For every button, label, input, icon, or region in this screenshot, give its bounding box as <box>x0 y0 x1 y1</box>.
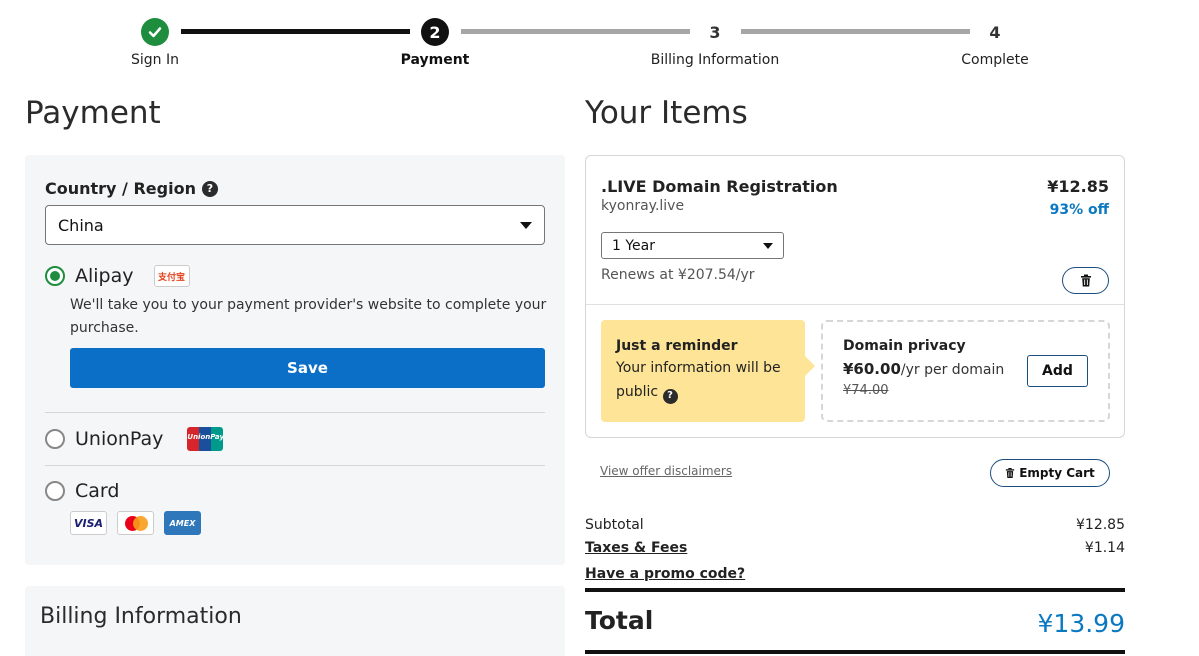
subtotal-label: Subtotal <box>585 517 644 533</box>
step-label-sign-in: Sign In <box>131 52 179 68</box>
offer-disclaimers-link[interactable]: View offer disclaimers <box>600 464 732 478</box>
visa-icon: VISA <box>70 511 107 535</box>
step-connector <box>741 29 970 34</box>
privacy-price-value: ¥60.00 <box>843 360 901 378</box>
step-number-4: 4 <box>989 22 1001 42</box>
payment-option-card[interactable]: Card <box>45 480 119 502</box>
renewal-price: Renews at ¥207.54/yr <box>601 267 755 283</box>
country-select[interactable]: China <box>45 205 545 245</box>
reminder-message: Your information will be public <box>616 360 781 400</box>
total-divider <box>585 650 1125 654</box>
billing-panel: Billing Information <box>25 586 565 656</box>
product-name: .LIVE Domain Registration <box>601 177 838 196</box>
payment-title: Payment <box>25 95 161 131</box>
subtotal-row: Subtotal ¥12.85 <box>585 517 1125 533</box>
chevron-down-icon <box>520 221 532 229</box>
total-label: Total <box>585 606 654 635</box>
alipay-radio[interactable] <box>45 266 65 286</box>
taxes-row: Taxes & Fees ¥1.14 <box>585 540 1125 556</box>
privacy-title: Domain privacy <box>843 338 966 354</box>
country-region-label: Country / Region ? <box>45 179 218 198</box>
total-divider <box>585 588 1125 592</box>
unionpay-radio[interactable] <box>45 429 65 449</box>
unionpay-logo-text: UnionPay <box>187 433 224 441</box>
payment-option-alipay[interactable]: Alipay 支付宝 <box>45 265 190 287</box>
unionpay-label: UnionPay <box>75 428 164 450</box>
country-select-value: China <box>58 215 104 235</box>
checkout-stepper: 2 3 4 Sign In Payment Billing Informatio… <box>0 0 1199 80</box>
alipay-logo-text: 支付宝 <box>158 272 186 283</box>
check-icon <box>141 18 169 46</box>
step-label-payment: Payment <box>400 52 470 68</box>
reminder-text: Your information will be public ? <box>616 356 790 404</box>
empty-cart-button[interactable]: Empty Cart <box>990 459 1110 487</box>
promo-row: Have a promo code? <box>585 566 1125 582</box>
item-price: ¥12.85 <box>1047 177 1109 196</box>
billing-title: Billing Information <box>40 604 242 629</box>
divider <box>45 412 545 413</box>
payment-option-unionpay[interactable]: UnionPay UnionPay <box>45 427 224 451</box>
step-connector <box>461 29 690 34</box>
card-radio[interactable] <box>45 481 65 501</box>
term-select[interactable]: 1 Year <box>601 232 784 259</box>
divider <box>586 304 1124 305</box>
step-connector <box>181 29 410 34</box>
mastercard-icon <box>117 511 154 535</box>
card-label: Card <box>75 480 120 502</box>
add-privacy-button[interactable]: Add <box>1027 355 1088 387</box>
alipay-logo: 支付宝 <box>153 265 190 287</box>
domain-name: kyonray.live <box>601 198 685 214</box>
step-label-complete: Complete <box>961 52 1029 68</box>
empty-cart-label: Empty Cart <box>1019 466 1095 480</box>
unionpay-logo: UnionPay <box>187 427 224 451</box>
country-region-text: Country / Region <box>45 179 196 198</box>
amex-icon: AMEX <box>164 511 201 535</box>
discount-badge: 93% off <box>1049 202 1109 218</box>
term-select-value: 1 Year <box>612 237 655 254</box>
cart-item-card: .LIVE Domain Registration kyonray.live ¥… <box>585 155 1125 438</box>
help-icon[interactable]: ? <box>662 388 678 404</box>
taxes-value: ¥1.14 <box>1084 540 1125 556</box>
trash-icon <box>1080 274 1091 287</box>
total-value: ¥13.99 <box>1037 609 1125 638</box>
privacy-price-suffix: /yr per domain <box>900 362 1005 378</box>
trash-icon <box>1006 468 1015 478</box>
alipay-description: We'll take you to your payment provider'… <box>70 297 547 336</box>
divider <box>45 465 545 466</box>
promo-code-link[interactable]: Have a promo code? <box>585 566 745 582</box>
privacy-reminder: Just a reminder Your information will be… <box>601 320 815 422</box>
domain-privacy-offer: Domain privacy ¥60.00/yr per domain ¥74.… <box>821 320 1110 422</box>
taxes-fees-link[interactable]: Taxes & Fees <box>585 540 687 556</box>
payment-panel: Country / Region ? China Alipay 支付宝 We'l… <box>25 155 565 565</box>
reminder-title: Just a reminder <box>616 338 738 354</box>
subtotal-value: ¥12.85 <box>1076 517 1125 533</box>
step-number-3: 3 <box>709 22 721 42</box>
card-logos: VISA AMEX <box>70 511 201 535</box>
items-title: Your Items <box>585 95 748 131</box>
help-icon[interactable]: ? <box>201 180 218 197</box>
remove-item-button[interactable] <box>1062 267 1109 294</box>
step-label-billing: Billing Information <box>650 52 780 68</box>
alipay-label: Alipay <box>75 265 134 287</box>
chevron-down-icon <box>763 242 773 249</box>
step-number-2: 2 <box>421 18 449 46</box>
save-button[interactable]: Save <box>70 348 545 388</box>
